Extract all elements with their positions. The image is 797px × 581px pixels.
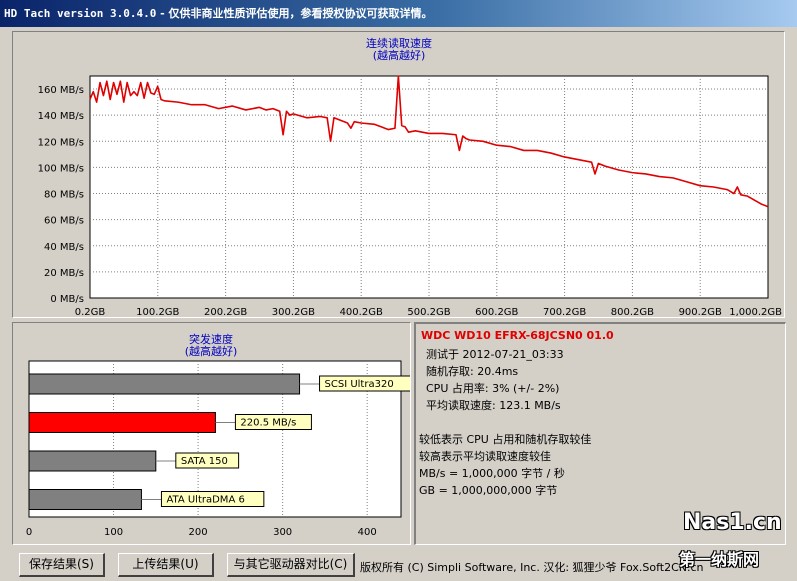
burst-x-tick-label: 100 (104, 527, 123, 538)
cpu-utilization: CPU 占用率: 3% (+/- 2%) (426, 382, 560, 395)
seq-y-axis: 0 MB/s 20 MB/s 40 MB/s 60 MB/s 80 MB/s 100 MB… (38, 85, 84, 305)
seq-y-tick-label: 20 MB/s (44, 268, 84, 279)
sequential-read-panel: 连续读取速度 (越高越好) 0 MB/s 20 MB/s 40 MB/s 60 MB/… (12, 31, 785, 318)
burst-x-tick-label: 300 (273, 527, 292, 538)
burst-x-tick-label: 200 (189, 527, 208, 538)
burst-speed-panel: 突发速度 (越高越好) SCSI Ultra320 220.5 MB/s SATA … (12, 322, 416, 545)
seq-chart-title: 连续读取速度 (366, 36, 432, 50)
seq-y-tick-label: 160 MB/s (38, 85, 84, 96)
seq-x-tick-label: 800.2GB (611, 307, 654, 317)
drive-model: WDC WD10 EFRX-68JCSN0 01.0 (421, 329, 614, 342)
burst-bar (28, 489, 142, 510)
save-results-button[interactable]: 保存结果(S) (19, 553, 105, 577)
random-access-time: 随机存取: 20.4ms (426, 365, 519, 378)
watermark-bottom: 第一纳斯网 (679, 550, 760, 569)
compare-drives-button[interactable]: 与其它驱动器对比(C) (227, 553, 355, 577)
app-version-title: HD Tach version 3.0.4.0 (4, 7, 157, 20)
burst-bar-label: SCSI Ultra320 (325, 379, 394, 390)
burst-bar-label: SATA 150 (181, 456, 228, 467)
seq-x-tick-label: 400.2GB (340, 307, 383, 317)
seq-y-tick-label: 40 MB/s (44, 242, 84, 253)
burst-x-tick-label: 400 (358, 527, 377, 538)
seq-chart-subtitle: (越高越好) (373, 48, 426, 62)
seq-x-tick-label: 600.2GB (475, 307, 518, 317)
seq-grid (89, 75, 769, 299)
burst-bar (28, 373, 301, 395)
site-watermark-logo: Nas1.cn 第一纳斯网 (675, 510, 793, 580)
burst-x-tick-label: 0 (26, 527, 32, 538)
seq-x-tick-label: 1,000.2GB (729, 307, 782, 317)
burst-speed-chart: 突发速度 (越高越好) SCSI Ultra320 220.5 MB/s SATA … (26, 332, 416, 538)
seq-y-tick-label: 140 MB/s (38, 111, 84, 122)
average-read-speed: 平均读取速度: 123.1 MB/s (426, 399, 561, 412)
seq-y-tick-label: 60 MB/s (44, 216, 84, 227)
burst-bar (28, 450, 157, 472)
seq-x-axis: 0.2GB 100.2GB 200.2GB 300.2GB 400.2GB 500.2GB… (75, 307, 782, 318)
seq-y-tick-label: 100 MB/s (38, 163, 84, 174)
seq-x-tick-label: 900.2GB (679, 307, 722, 317)
sequential-read-chart: 连续读取速度 (越高越好) 0 MB/s 20 MB/s 40 MB/s 60 MB/… (38, 36, 782, 318)
burst-chart-title: 突发速度 (189, 332, 233, 346)
burst-bar (28, 412, 216, 433)
copyright-footer: 版权所有 (C) Simpli Software, Inc. 汉化: 狐狸少爷 … (360, 561, 704, 574)
title-bar: HD Tach version 3.0.4.0 - 仅供非商业性质评估使用，参看… (0, 0, 797, 27)
test-date: 测试于 2012-07-21_03:33 (426, 348, 564, 361)
unit-gb-definition: GB = 1,000,000,000 字节 (419, 484, 558, 497)
seq-y-tick-label: 120 MB/s (38, 137, 84, 148)
burst-x-axis: 0 100 200 300 400 (26, 527, 377, 538)
legend-higher-better: 较高表示平均读取速度较佳 (419, 450, 551, 463)
seq-x-tick-label: 500.2GB (407, 307, 450, 317)
upload-results-button[interactable]: 上传结果(U) (118, 553, 214, 577)
seq-x-tick-label: 200.2GB (204, 307, 247, 317)
seq-y-tick-label: 80 MB/s (44, 190, 84, 201)
seq-x-tick-label: 0.2GB (75, 307, 106, 317)
seq-x-tick-label: 700.2GB (543, 307, 586, 317)
burst-chart-subtitle: (越高越好) (185, 344, 238, 358)
legend-lower-better: 较低表示 CPU 占用和随机存取较佳 (419, 433, 592, 446)
seq-x-tick-label: 300.2GB (272, 307, 315, 317)
seq-x-tick-label: 100.2GB (136, 307, 179, 317)
unit-mbps-definition: MB/s = 1,000,000 字节 / 秒 (419, 467, 565, 480)
burst-bar-label: 220.5 MB/s (240, 418, 296, 429)
watermark-top: Nas1.cn (683, 510, 782, 535)
seq-y-tick-label: 0 MB/s (50, 294, 84, 305)
license-note: - 仅供非商业性质评估使用，参看授权协议可获取详情。 (156, 7, 433, 20)
burst-bar-label: ATA UltraDMA 6 (166, 495, 244, 506)
